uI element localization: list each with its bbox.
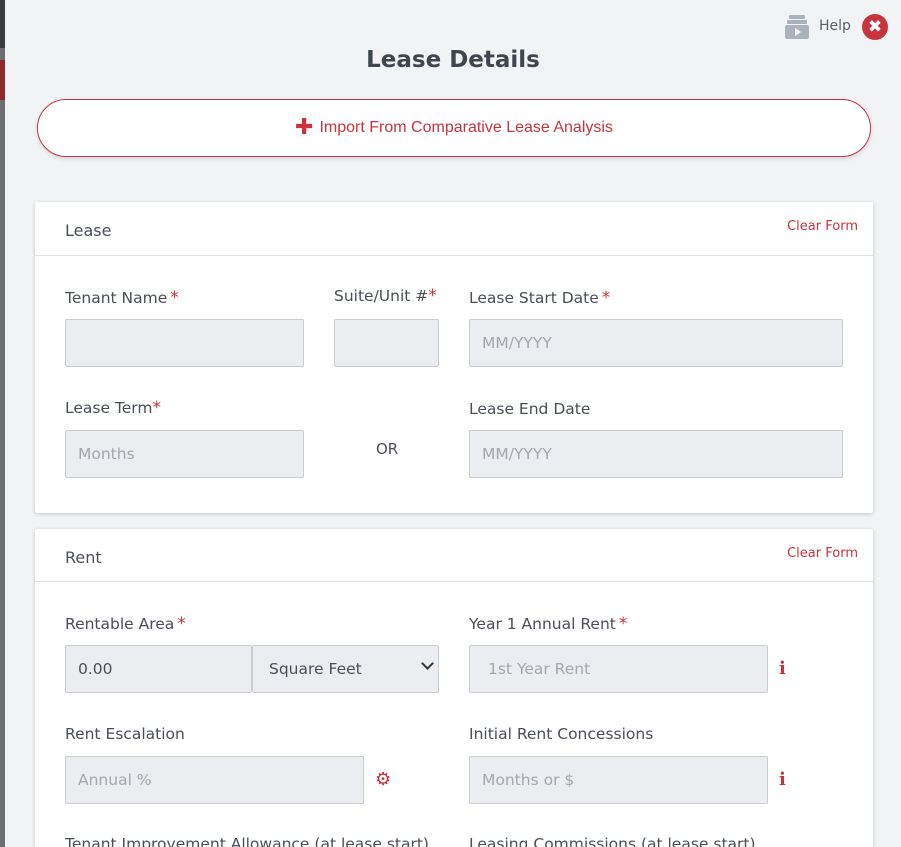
lease-clear-form-link[interactable]: Clear Form bbox=[787, 219, 858, 234]
lease-card-header: Lease Clear Form bbox=[35, 202, 873, 256]
rent-card-title: Rent bbox=[65, 548, 102, 567]
lease-end-date-label: Lease End Date bbox=[469, 400, 591, 418]
info-icon[interactable]: i bbox=[779, 769, 786, 790]
required-marker: * bbox=[618, 614, 628, 634]
lease-term-input[interactable]: Months bbox=[65, 430, 304, 478]
video-help-icon bbox=[785, 13, 809, 39]
area-unit-selected: Square Feet bbox=[269, 660, 362, 678]
rentable-area-label: Rentable Area * bbox=[65, 614, 186, 634]
year1-annual-rent-input[interactable]: 1st Year Rent bbox=[469, 645, 768, 693]
suite-unit-input[interactable] bbox=[334, 319, 439, 367]
year1-annual-rent-label: Year 1 Annual Rent * bbox=[469, 614, 628, 634]
lease-start-date-label: Lease Start Date * bbox=[469, 288, 611, 308]
tenant-name-label: Tenant Name * bbox=[65, 288, 179, 308]
required-marker: * bbox=[152, 398, 162, 418]
rent-card-header: Rent Clear Form bbox=[35, 529, 873, 582]
leasing-commissions-label: Leasing Commissions (at lease start) bbox=[469, 835, 756, 847]
initial-rent-concessions-input[interactable]: Months or $ bbox=[469, 756, 768, 804]
or-separator: OR bbox=[376, 440, 399, 458]
gear-icon[interactable]: ⚙ bbox=[375, 769, 391, 790]
area-unit-select[interactable]: Square Feet bbox=[252, 645, 439, 693]
tenant-name-input[interactable] bbox=[65, 319, 304, 367]
required-marker: * bbox=[177, 614, 186, 634]
suite-unit-label: Suite/Unit #* bbox=[334, 286, 437, 306]
lease-start-date-input[interactable]: MM/YYYY bbox=[469, 319, 843, 367]
lease-end-date-input[interactable]: MM/YYYY bbox=[469, 430, 843, 478]
rent-card: Rent Clear Form Rentable Area * 0.00 Squa… bbox=[35, 529, 873, 847]
plus-icon: ✚ bbox=[295, 115, 314, 140]
required-marker: * bbox=[601, 288, 611, 308]
required-marker: * bbox=[170, 288, 179, 308]
import-button-label: Import From Comparative Lease Analysis bbox=[319, 119, 613, 136]
help-label: Help bbox=[819, 18, 851, 34]
lease-term-label: Lease Term* bbox=[65, 398, 162, 418]
ti-allowance-label: Tenant Improvement Allowance (at lease s… bbox=[65, 835, 429, 847]
rent-clear-form-link[interactable]: Clear Form bbox=[787, 546, 858, 561]
lease-card: Lease Clear Form Tenant Name * Suite/Unit… bbox=[35, 202, 873, 513]
chevron-down-icon bbox=[421, 657, 434, 670]
page-title: Lease Details bbox=[366, 47, 540, 73]
rent-escalation-input[interactable]: Annual % bbox=[65, 756, 364, 804]
rentable-area-input[interactable]: 0.00 bbox=[65, 645, 252, 693]
initial-rent-concessions-label: Initial Rent Concessions bbox=[469, 725, 654, 743]
required-marker: * bbox=[428, 286, 437, 306]
info-icon[interactable]: i bbox=[779, 658, 786, 679]
help-button[interactable]: Help bbox=[785, 13, 851, 39]
rent-escalation-label: Rent Escalation bbox=[65, 725, 185, 743]
close-icon[interactable]: ✖ bbox=[862, 14, 888, 40]
lease-details-modal: Help ✖ Lease Details ✚ Import From Compa… bbox=[5, 0, 901, 847]
lease-card-title: Lease bbox=[65, 221, 112, 240]
import-comparative-lease-button[interactable]: ✚ Import From Comparative Lease Analysis bbox=[37, 99, 871, 157]
